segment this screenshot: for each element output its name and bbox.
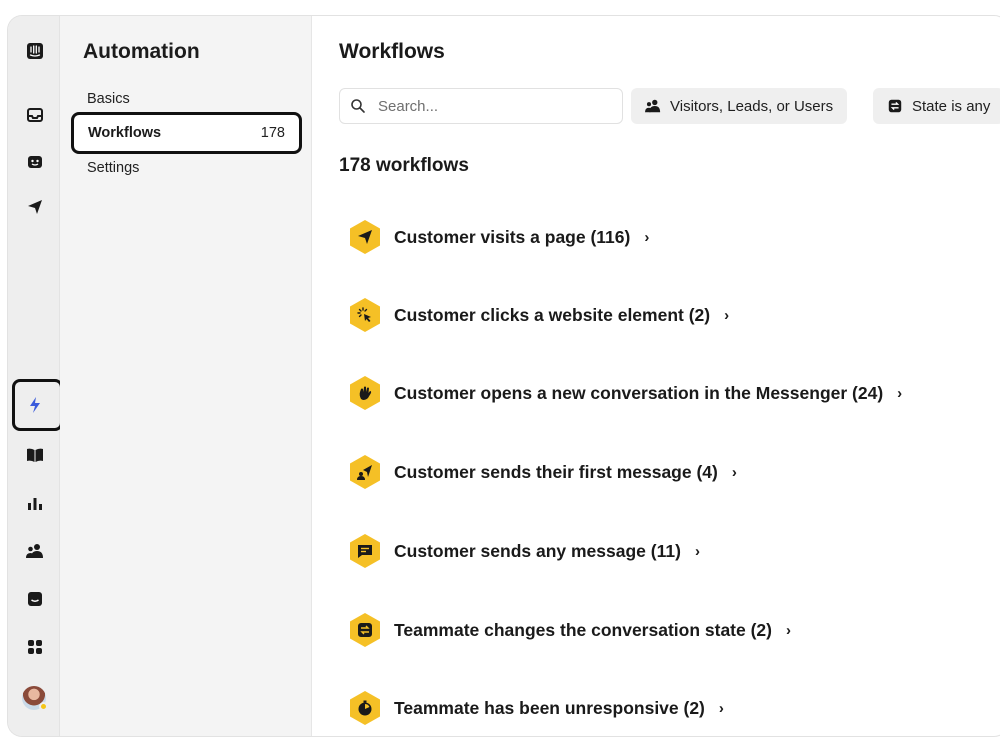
chevron-right-icon: › [644, 228, 650, 246]
subnav-item-settings[interactable]: Settings [87, 160, 139, 176]
chevron-right-icon: › [718, 699, 724, 717]
subnav-item-basics[interactable]: Basics [87, 91, 130, 107]
search-icon [351, 99, 365, 113]
trigger-label: Teammate changes the conversation state … [394, 619, 772, 640]
trigger-row-unresponsive[interactable]: Teammate has been unresponsive (2) › [348, 690, 724, 726]
trigger-row-first-message[interactable]: Customer sends their first message (4) › [348, 454, 737, 490]
state-icon [888, 99, 902, 113]
automation-bolt-icon[interactable] [22, 392, 48, 418]
chevron-right-icon: › [731, 463, 737, 481]
main-content: Workflows Visitors, Leads, or Users Stat… [312, 16, 1000, 736]
chevron-right-icon: › [724, 306, 730, 324]
trigger-row-any-message[interactable]: Customer sends any message (11) › [348, 533, 700, 569]
trigger-label: Customer visits a page (116) [394, 226, 631, 247]
trigger-label: Customer clicks a website element (2) [394, 304, 711, 325]
apps-grid-icon[interactable] [22, 634, 48, 660]
workflows-count: 178 [260, 125, 285, 141]
trigger-label: Customer sends their first message (4) [394, 461, 718, 482]
audience-filter-label: Visitors, Leads, or Users [670, 97, 834, 115]
user-avatar[interactable] [22, 686, 48, 711]
intercom-logo-icon[interactable] [22, 38, 48, 64]
articles-book-icon[interactable] [22, 442, 48, 468]
search-input[interactable] [378, 97, 608, 115]
chevron-right-icon: › [897, 384, 903, 402]
subnav-item-label: Workflows [88, 125, 162, 141]
subnav-title: Automation [83, 40, 200, 63]
subnav-item-workflows[interactable]: Workflows 178 [71, 112, 302, 154]
search-box[interactable] [339, 88, 623, 124]
people-icon [645, 99, 661, 113]
automation-subnav: Automation Basics Workflows 178 Settings [60, 16, 312, 736]
reports-chart-icon[interactable] [22, 490, 48, 516]
bot-icon[interactable] [22, 149, 48, 175]
workflows-count-heading: 178 workflows [339, 155, 469, 176]
trigger-row-clicks-element[interactable]: Customer clicks a website element (2) › [348, 297, 729, 333]
page-title: Workflows [339, 40, 445, 63]
chevron-right-icon: › [786, 621, 791, 639]
trigger-row-visits-page[interactable]: Customer visits a page (116) › [348, 219, 649, 255]
chevron-right-icon: › [694, 542, 700, 560]
trigger-row-state-change[interactable]: Teammate changes the conversation state … [348, 612, 791, 648]
status-dot [39, 702, 48, 711]
chat-bubble-icon [348, 533, 382, 569]
state-filter-label: State is any [912, 97, 991, 115]
wave-hand-icon [348, 375, 382, 411]
trigger-label: Customer sends any message (11) [394, 540, 681, 561]
app-window: Automation Basics Workflows 178 Settings… [8, 16, 1000, 736]
trigger-label: Customer opens a new conversation in the… [394, 382, 884, 403]
icon-rail [8, 16, 63, 736]
inbox-icon[interactable] [22, 102, 48, 128]
send-plane-icon [348, 219, 382, 255]
messenger-icon[interactable] [22, 586, 48, 612]
trigger-label: Teammate has been unresponsive (2) [394, 697, 705, 718]
state-change-icon [348, 612, 382, 648]
audience-filter-button[interactable]: Visitors, Leads, or Users [631, 88, 848, 124]
click-cursor-icon [348, 297, 382, 333]
outbound-send-icon[interactable] [22, 194, 48, 220]
contacts-people-icon[interactable] [22, 538, 48, 564]
state-filter-button[interactable]: State is any [873, 88, 1000, 124]
timer-icon [348, 690, 382, 726]
first-message-icon [348, 454, 382, 490]
trigger-row-opens-conversation[interactable]: Customer opens a new conversation in the… [348, 375, 902, 411]
